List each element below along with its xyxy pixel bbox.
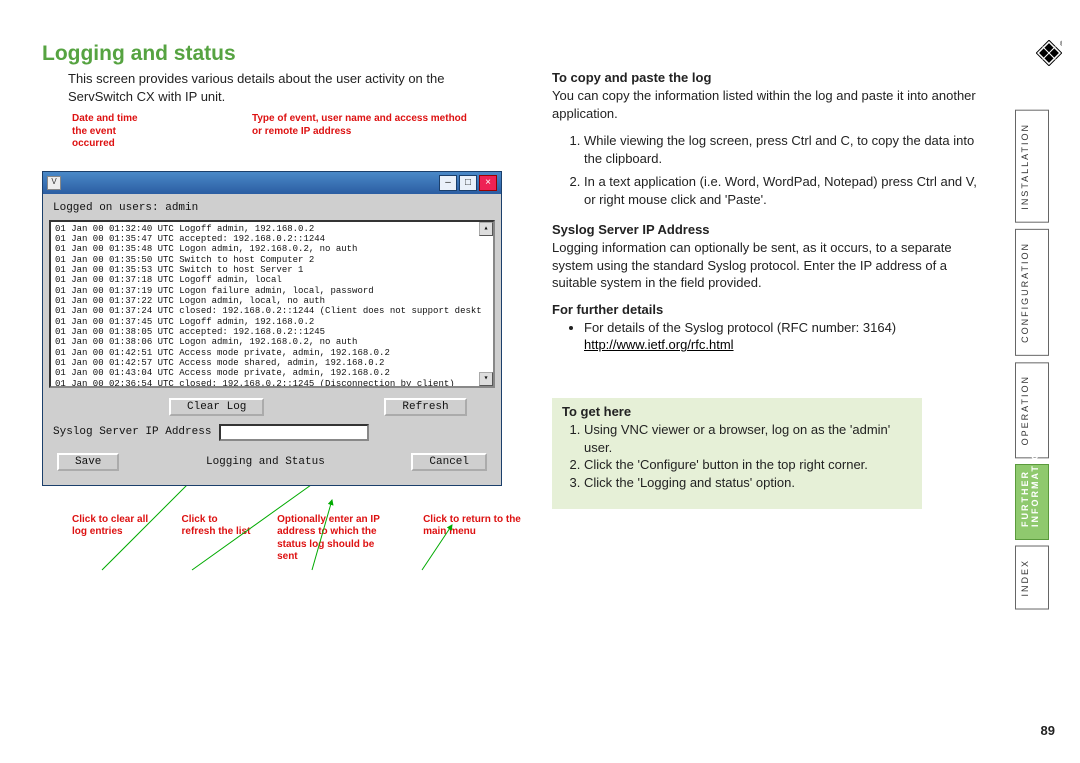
page-intro: This screen provides various details abo… <box>68 70 498 105</box>
tab-index[interactable]: INDEX <box>1015 546 1049 610</box>
scroll-down-button[interactable]: ▾ <box>479 372 493 386</box>
log-dialog: V – □ × Logged on users: admin 01 Jan 00… <box>42 171 502 486</box>
howto-title: To get here <box>562 404 912 419</box>
rfc-link[interactable]: http://www.ietf.org/rfc.html <box>584 337 734 352</box>
howto-box: To get here Using VNC viewer or a browse… <box>552 398 922 509</box>
tab-installation[interactable]: INSTALLATION <box>1015 110 1049 223</box>
tab-further-information[interactable]: FURTHER INFORMATION <box>1015 464 1049 540</box>
further-section-title: For further details <box>552 302 982 317</box>
syslog-ip-input[interactable] <box>219 424 369 441</box>
brand-logo-icon: ® <box>1036 40 1062 66</box>
svg-text:®: ® <box>1060 40 1062 48</box>
annotation-cancel: Click to return to the main menu <box>423 514 522 539</box>
dialog-titlebar: V – □ × <box>43 172 501 194</box>
howto-step-2: Click the 'Configure' button in the top … <box>584 456 912 474</box>
scroll-up-button[interactable]: ▴ <box>479 222 493 236</box>
howto-step-1: Using VNC viewer or a browser, log on as… <box>584 421 912 456</box>
syslog-section-body: Logging information can optionally be se… <box>552 239 982 292</box>
howto-step-3: Click the 'Logging and status' option. <box>584 474 912 492</box>
copy-step-2: In a text application (i.e. Word, WordPa… <box>584 173 982 208</box>
save-button[interactable]: Save <box>57 453 119 471</box>
refresh-button[interactable]: Refresh <box>384 398 466 416</box>
copy-section-title: To copy and paste the log <box>552 70 982 85</box>
tab-configuration[interactable]: CONFIGURATION <box>1015 229 1049 356</box>
annotation-eventtype: Type of event, user name and access meth… <box>252 113 472 151</box>
log-listbox[interactable]: 01 Jan 00 01:32:40 UTC Logoff admin, 192… <box>49 220 495 388</box>
maximize-button[interactable]: □ <box>459 175 477 191</box>
syslog-label: Syslog Server IP Address <box>53 426 211 438</box>
page-title: Logging and status <box>42 42 990 66</box>
further-item: For details of the Syslog protocol (RFC … <box>584 319 982 354</box>
close-button[interactable]: × <box>479 175 497 191</box>
app-icon: V <box>47 176 61 190</box>
page-number: 89 <box>1041 723 1055 738</box>
section-tabs: INSTALLATION CONFIGURATION OPERATION FUR… <box>1002 110 1062 609</box>
cancel-button[interactable]: Cancel <box>411 453 487 471</box>
clear-log-button[interactable]: Clear Log <box>169 398 264 416</box>
minimize-button[interactable]: – <box>439 175 457 191</box>
copy-step-1: While viewing the log screen, press Ctrl… <box>584 132 982 167</box>
logged-on-users: Logged on users: admin <box>53 202 495 214</box>
annotation-datetime: Date and time the event occurred <box>72 113 152 151</box>
copy-section-intro: You can copy the information listed with… <box>552 87 982 122</box>
syslog-section-title: Syslog Server IP Address <box>552 222 982 237</box>
annotation-refresh: Click to refresh the list <box>182 514 252 539</box>
dialog-status-label: Logging and Status <box>206 456 325 468</box>
annotation-syslog-field: Optionally enter an IP address to which … <box>277 514 397 564</box>
annotation-clear: Click to clear all log entries <box>72 514 156 539</box>
